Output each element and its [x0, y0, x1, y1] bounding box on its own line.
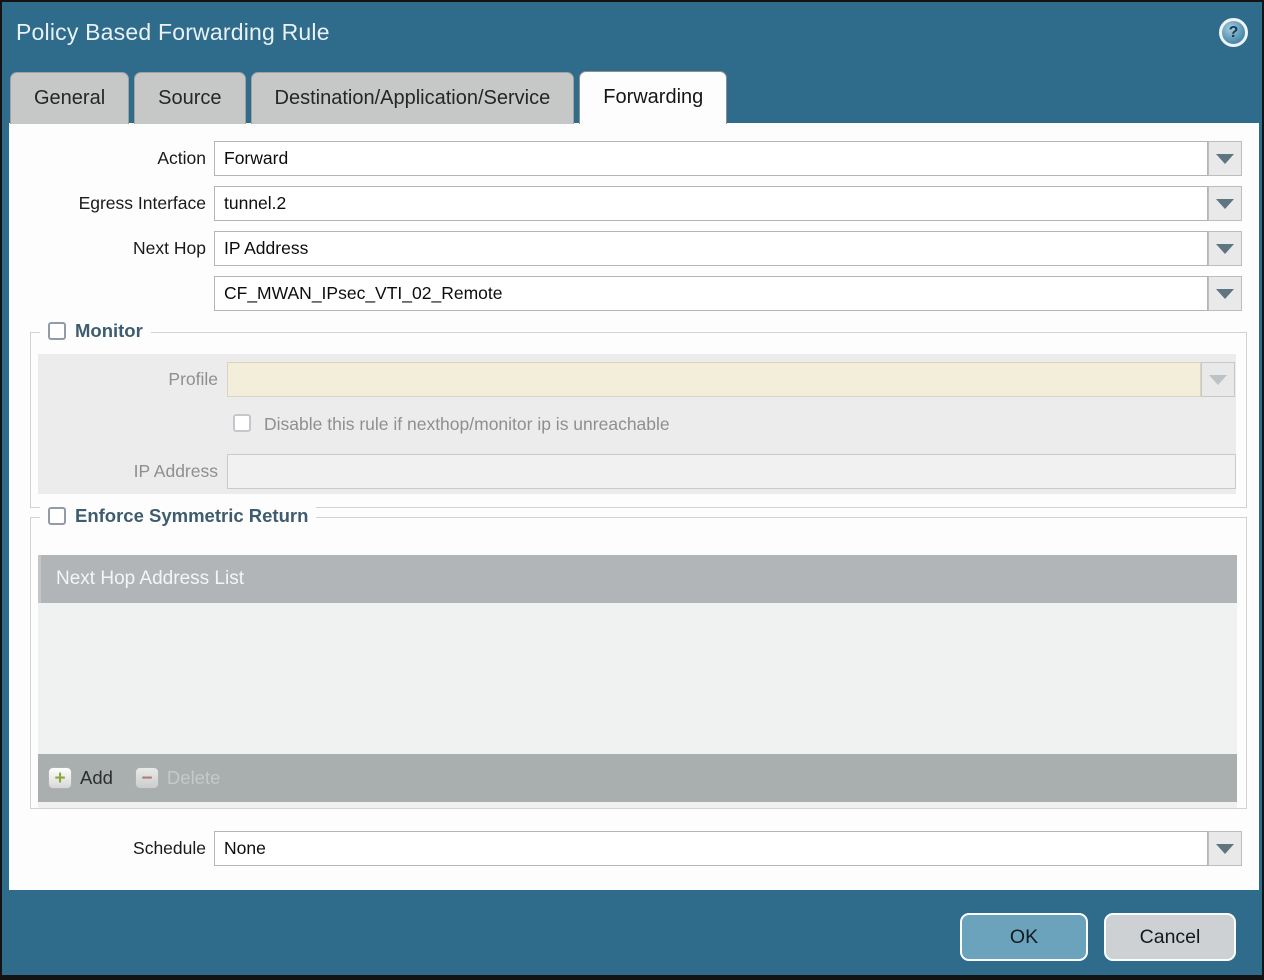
plus-icon: +	[48, 767, 72, 789]
cancel-button[interactable]: Cancel	[1104, 913, 1236, 961]
tab-source[interactable]: Source	[134, 72, 245, 124]
action-select[interactable]: Forward	[214, 141, 1208, 176]
schedule-select[interactable]: None	[214, 831, 1208, 866]
monitor-ip-address-input	[227, 454, 1236, 489]
egress-interface-select[interactable]: tunnel.2	[214, 186, 1208, 221]
ok-button[interactable]: OK	[960, 913, 1088, 961]
next-hop-select[interactable]: IP Address	[214, 231, 1208, 266]
egress-interface-label: Egress Interface	[9, 186, 206, 221]
tab-general[interactable]: General	[10, 72, 129, 124]
table-toolbar: + Add − Delete	[38, 754, 1237, 802]
next-hop-label: Next Hop	[9, 231, 206, 266]
schedule-label: Schedule	[9, 831, 206, 866]
profile-label: Profile	[9, 362, 218, 397]
profile-dropdown-button	[1201, 362, 1235, 397]
add-button-label: Add	[80, 767, 113, 789]
next-hop-dropdown-button[interactable]	[1208, 231, 1242, 266]
table-bottom-strip	[38, 802, 1237, 808]
action-label: Action	[9, 141, 206, 176]
delete-button-label: Delete	[167, 767, 220, 789]
next-hop-address-select[interactable]: CF_MWAN_IPsec_VTI_02_Remote	[214, 276, 1208, 311]
monitor-ip-address-label: IP Address	[9, 454, 218, 489]
enforce-symmetric-return-checkbox[interactable]	[48, 507, 66, 525]
add-button[interactable]: + Add	[48, 767, 113, 789]
schedule-dropdown-button[interactable]	[1208, 831, 1242, 866]
profile-select	[227, 362, 1201, 397]
dropdown-arrow-icon	[1216, 289, 1234, 299]
forwarding-tab-panel: Action Forward Egress Interface tunnel.2…	[9, 123, 1259, 890]
dropdown-arrow-icon	[1209, 375, 1227, 385]
question-mark-glyph: ?	[1229, 24, 1239, 42]
table-body[interactable]	[38, 603, 1237, 754]
tab-destination-application-service[interactable]: Destination/Application/Service	[251, 72, 575, 124]
disable-rule-checkbox	[233, 414, 251, 432]
monitor-checkbox[interactable]	[48, 322, 66, 340]
disable-rule-label: Disable this rule if nexthop/monitor ip …	[264, 413, 670, 435]
next-hop-address-list-table: Next Hop Address List + Add − Delete	[38, 555, 1237, 802]
minus-icon: −	[135, 767, 159, 789]
action-dropdown-button[interactable]	[1208, 141, 1242, 176]
table-header: Next Hop Address List	[38, 555, 1237, 603]
dialog-title: Policy Based Forwarding Rule	[16, 19, 330, 46]
tab-bar: General Source Destination/Application/S…	[10, 71, 727, 124]
egress-interface-dropdown-button[interactable]	[1208, 186, 1242, 221]
tab-forwarding[interactable]: Forwarding	[579, 71, 727, 124]
monitor-section-title: Monitor	[75, 320, 143, 342]
policy-based-forwarding-rule-dialog: Policy Based Forwarding Rule ? General S…	[0, 0, 1264, 980]
dropdown-arrow-icon	[1216, 154, 1234, 164]
next-hop-address-dropdown-button[interactable]	[1208, 276, 1242, 311]
delete-button: − Delete	[135, 767, 220, 789]
dropdown-arrow-icon	[1216, 244, 1234, 254]
dropdown-arrow-icon	[1216, 199, 1234, 209]
dropdown-arrow-icon	[1216, 844, 1234, 854]
enforce-symmetric-return-title: Enforce Symmetric Return	[75, 505, 308, 527]
help-icon[interactable]: ?	[1219, 18, 1248, 47]
